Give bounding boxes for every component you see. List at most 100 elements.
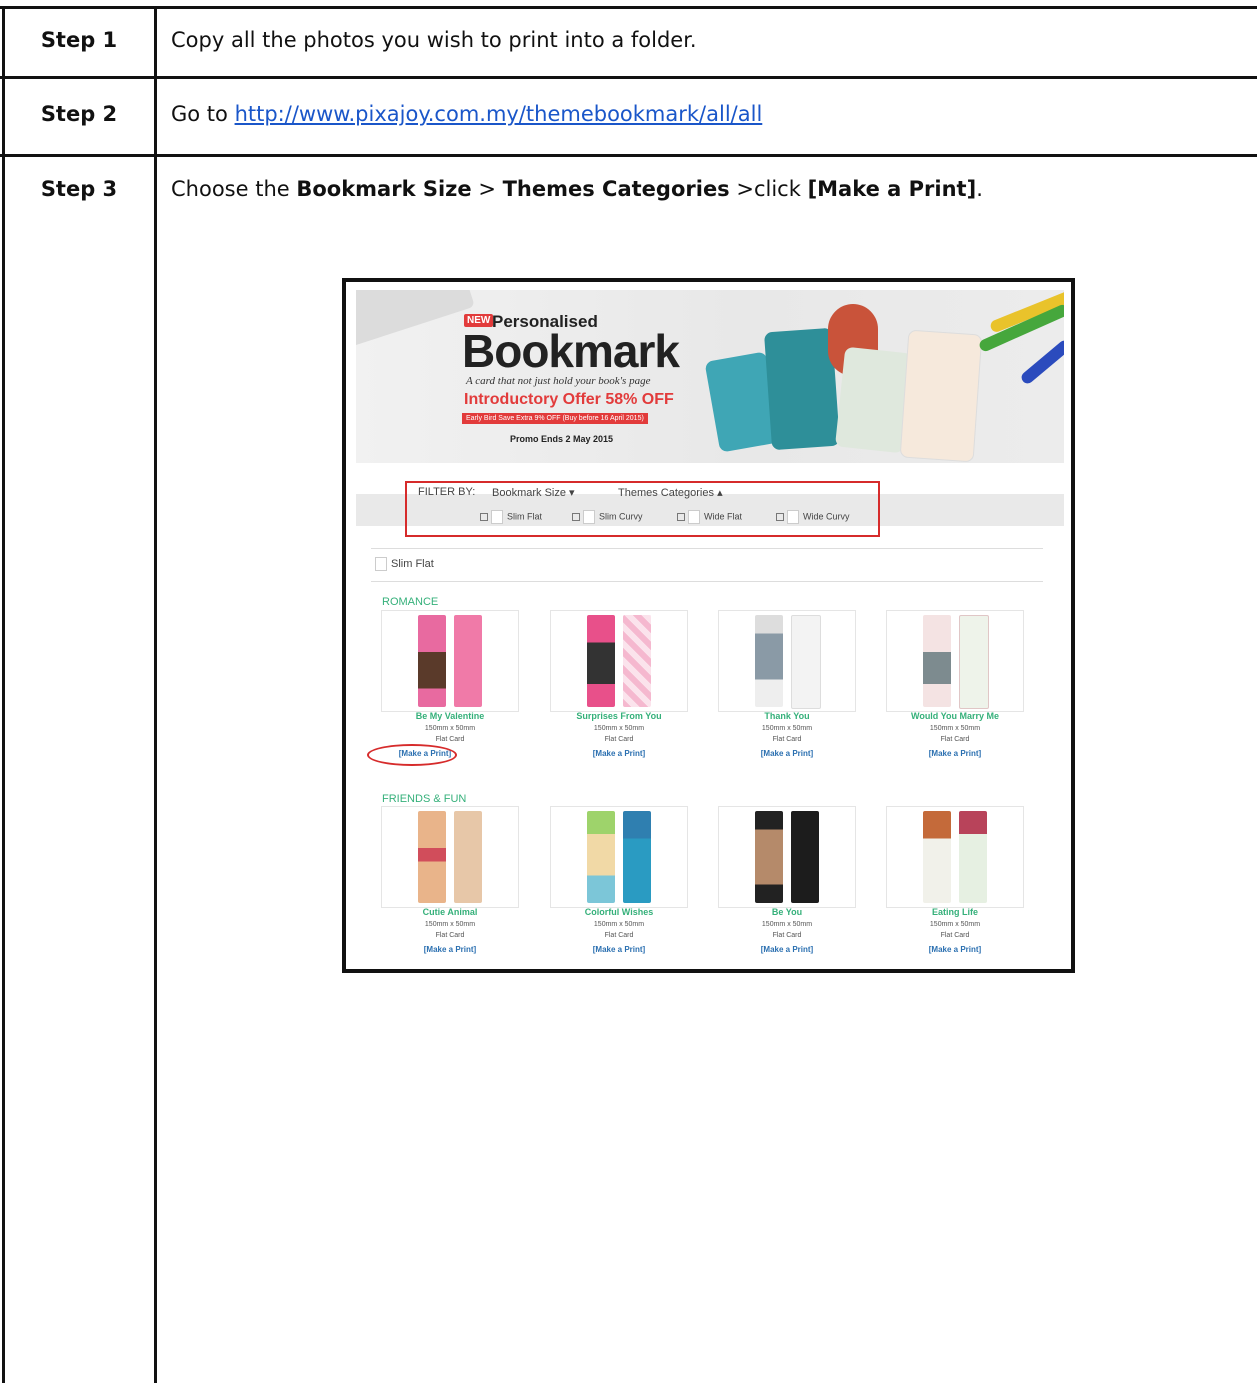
product-type: Flat Card xyxy=(772,736,802,743)
product-name: Eating Life xyxy=(931,907,978,917)
bookmark-preview xyxy=(959,615,989,709)
product-type: Flat Card xyxy=(435,932,465,939)
step-1-label: Step 1 xyxy=(40,28,118,52)
bookmark-preview xyxy=(587,615,615,707)
product-thumbnail xyxy=(886,806,1024,908)
make-a-print-link[interactable]: [Make a Print] xyxy=(550,945,688,954)
product-card[interactable]: Thank You 150mm x 50mm Flat Card [Make a… xyxy=(718,610,856,810)
banner-title: Bookmark xyxy=(462,325,680,377)
bookmark-preview xyxy=(755,811,783,903)
highlight-circle xyxy=(367,744,457,766)
banner-offer: Introductory Offer 58% OFF xyxy=(464,391,674,408)
bookmark-preview xyxy=(623,811,651,903)
product-size: 150mm x 50mm xyxy=(424,921,476,928)
bookmark-preview xyxy=(755,615,783,707)
bookmark-preview xyxy=(923,811,951,903)
bookmark-preview xyxy=(623,615,651,707)
bookmark-preview xyxy=(959,811,987,903)
product-size: 150mm x 50mm xyxy=(424,725,476,732)
step-1-text: Copy all the photos you wish to print in… xyxy=(171,28,697,52)
banner-early-bird: Early Bird Save Extra 9% OFF (Buy before… xyxy=(462,413,648,424)
product-thumbnail xyxy=(550,806,688,908)
product-name: Be You xyxy=(771,907,803,917)
product-thumbnail xyxy=(381,610,519,712)
product-thumbnail xyxy=(381,806,519,908)
step-2-prefix: Go to xyxy=(171,102,235,126)
product-name: Surprises From You xyxy=(576,711,662,721)
make-a-print-link[interactable]: [Make a Print] xyxy=(886,945,1024,954)
product-card[interactable]: Surprises From You 150mm x 50mm Flat Car… xyxy=(550,610,688,810)
table-border-top xyxy=(0,6,1257,9)
make-a-print-link[interactable]: [Make a Print] xyxy=(886,749,1024,758)
product-name: Colorful Wishes xyxy=(584,907,654,917)
bookmark-preview xyxy=(791,811,819,903)
product-type: Flat Card xyxy=(604,736,634,743)
banner-promo-end: Promo Ends 2 May 2015 xyxy=(510,434,614,444)
product-type: Flat Card xyxy=(435,736,465,743)
pixajoy-screenshot: NEW Personalised Bookmark A card that no… xyxy=(342,278,1075,973)
row-divider xyxy=(0,76,1257,79)
table-border-left xyxy=(2,6,5,1383)
product-name: Be My Valentine xyxy=(415,711,485,721)
make-a-print-link[interactable]: [Make a Print] xyxy=(550,749,688,758)
product-type: Flat Card xyxy=(940,932,970,939)
step-3-text: Choose the Bookmark Size > Themes Catego… xyxy=(171,177,983,201)
pixajoy-link[interactable]: http://www.pixajoy.com.my/themebookmark/… xyxy=(235,102,763,126)
promo-banner: NEW Personalised Bookmark A card that no… xyxy=(356,290,1064,463)
divider xyxy=(371,581,1043,582)
product-card[interactable]: Eating Life 150mm x 50mm Flat Card [Make… xyxy=(886,806,1024,969)
checkbox xyxy=(375,557,387,571)
bookmark-preview xyxy=(587,811,615,903)
category-romance: ROMANCE xyxy=(382,596,439,608)
make-a-print-link[interactable]: [Make a Print] xyxy=(381,945,519,954)
section-title: Slim Flat xyxy=(391,557,434,570)
laptop-image xyxy=(356,290,475,350)
step-3-bookmark-size: Bookmark Size xyxy=(296,177,472,201)
product-name: Thank You xyxy=(764,711,810,721)
step-3-p4: . xyxy=(976,177,983,201)
product-type: Flat Card xyxy=(604,932,634,939)
make-a-print-link[interactable]: [Make a Print] xyxy=(718,945,856,954)
section-slim-flat: Slim Flat xyxy=(375,557,434,571)
product-type: Flat Card xyxy=(940,736,970,743)
divider xyxy=(371,548,1043,549)
step-3-themes-categories: Themes Categories xyxy=(502,177,730,201)
bookmark-preview xyxy=(791,615,821,709)
step-3-p1: Choose the xyxy=(171,177,297,201)
bookmark-preview xyxy=(418,615,446,707)
make-a-print-link[interactable]: [Make a Print] xyxy=(718,749,856,758)
filter-highlight-box xyxy=(405,481,880,537)
step-3-label: Step 3 xyxy=(40,177,118,201)
product-name: Cutie Animal xyxy=(422,907,478,917)
banner-tagline: A card that not just hold your book's pa… xyxy=(466,375,651,387)
bookmark-preview xyxy=(454,615,482,707)
product-size: 150mm x 50mm xyxy=(929,725,981,732)
product-name: Would You Marry Me xyxy=(910,711,999,721)
sample-card-image xyxy=(899,329,983,463)
product-card[interactable]: Be You 150mm x 50mm Flat Card [Make a Pr… xyxy=(718,806,856,969)
product-size: 150mm x 50mm xyxy=(593,921,645,928)
step-2-text: Go to http://www.pixajoy.com.my/themeboo… xyxy=(171,102,762,126)
step-3-p2: > xyxy=(471,177,503,201)
product-card[interactable]: Cutie Animal 150mm x 50mm Flat Card [Mak… xyxy=(381,806,519,969)
step-2-label: Step 2 xyxy=(40,102,118,126)
product-card[interactable]: Colorful Wishes 150mm x 50mm Flat Card [… xyxy=(550,806,688,969)
product-size: 150mm x 50mm xyxy=(929,921,981,928)
step-3-make-a-print: [Make a Print] xyxy=(807,177,977,201)
product-thumbnail xyxy=(550,610,688,712)
product-size: 150mm x 50mm xyxy=(761,921,813,928)
product-thumbnail xyxy=(886,610,1024,712)
product-card[interactable]: Would You Marry Me 150mm x 50mm Flat Car… xyxy=(886,610,1024,810)
category-friends-fun: FRIENDS & FUN xyxy=(382,793,467,805)
product-size: 150mm x 50mm xyxy=(593,725,645,732)
product-type: Flat Card xyxy=(772,932,802,939)
step-3-p3: >click xyxy=(729,177,808,201)
bookmark-preview xyxy=(454,811,482,903)
column-divider xyxy=(154,6,157,1383)
bookmark-preview xyxy=(418,811,446,903)
row-divider xyxy=(0,154,1257,157)
pen-image xyxy=(1019,338,1064,386)
product-size: 150mm x 50mm xyxy=(761,725,813,732)
product-card[interactable]: Be My Valentine 150mm x 50mm Flat Card [… xyxy=(367,610,519,810)
product-thumbnail xyxy=(718,610,856,712)
